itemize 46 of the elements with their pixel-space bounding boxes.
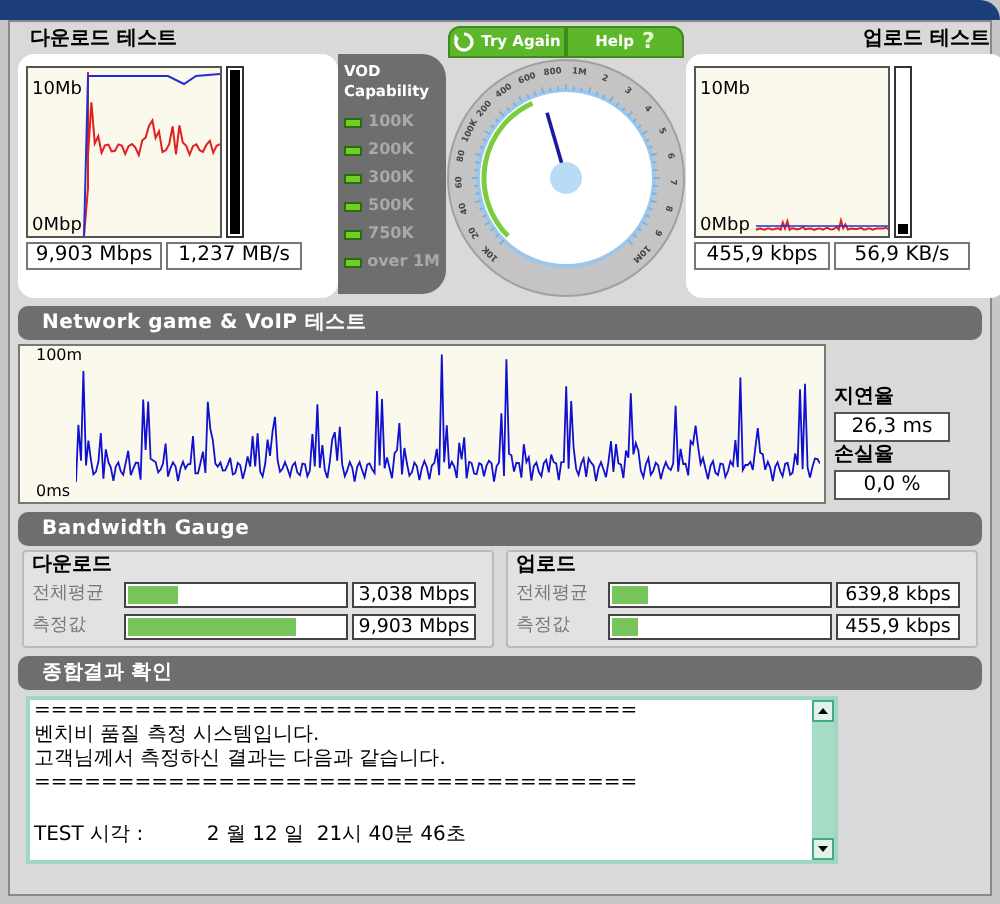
scrollbar[interactable] <box>812 700 834 860</box>
value-field: 639,8 kbps <box>836 582 960 609</box>
panel-title: 업로드 테스트 <box>863 26 992 54</box>
speed-line <box>755 216 888 232</box>
value-field: 3,038 Mbps <box>352 582 476 609</box>
result-line: 벤치비 품질 측정 시스템입니다. <box>34 724 322 748</box>
vod-label: 500K <box>368 194 414 218</box>
section-header: 종합결과 확인 <box>18 656 982 690</box>
help-icon: ? <box>641 25 655 59</box>
axis-label: 10Mb <box>700 80 750 100</box>
stat-label: 지연율 <box>834 386 896 410</box>
vod-label: 300K <box>368 166 414 190</box>
axis-label: 100m <box>36 346 83 366</box>
reading-field: 1,237 MB/s <box>166 242 302 270</box>
result-line: 고객님께서 측정하신 결과는 다음과 같습니다. <box>34 748 448 772</box>
reading-field: 455,9 kbps <box>694 242 830 270</box>
vod-label: 200K <box>368 138 414 162</box>
vod-label: 750K <box>368 222 414 246</box>
reading-field: 9,903 Mbps <box>26 242 162 270</box>
axis-label: 0ms <box>36 482 71 502</box>
stat-field: 0,0 % <box>834 470 950 500</box>
row-label: 전체평균 <box>32 582 106 608</box>
result-line: ==================================== <box>34 772 640 796</box>
panel-title: 다운로드 테스트 <box>28 26 179 54</box>
group-title: 업로드 <box>516 552 576 578</box>
result-line: TEST 시각 : 2 월 12 일 21시 40분 46초 <box>34 824 468 848</box>
scroll-up-icon[interactable] <box>812 700 834 722</box>
scroll-down-icon[interactable] <box>812 838 834 860</box>
row-label: 측정값 <box>516 613 572 639</box>
value-field: 455,9 kbps <box>836 613 960 640</box>
vod-label: 100K <box>368 110 414 134</box>
row-label: 측정값 <box>32 613 88 639</box>
section-header: Network game & VoIP 테스트 <box>18 306 982 340</box>
stat-label: 손실율 <box>834 444 896 468</box>
reading-field: 56,9 KB/s <box>834 242 970 270</box>
refresh-icon <box>453 32 474 52</box>
value-field: 9,903 Mbps <box>352 613 476 640</box>
vod-label: over 1M <box>367 250 440 274</box>
result-line: ==================================== <box>34 700 640 724</box>
stat-field: 26,3 ms <box>834 412 950 442</box>
axis-label: 10Mb <box>32 80 82 100</box>
row-label: 전체평균 <box>516 582 590 608</box>
section-header: Bandwidth Gauge <box>18 512 982 546</box>
axis-label: 0Mbp <box>700 216 750 236</box>
group-title: 다운로드 <box>32 552 112 578</box>
axis-label: 0Mbp <box>32 216 82 236</box>
